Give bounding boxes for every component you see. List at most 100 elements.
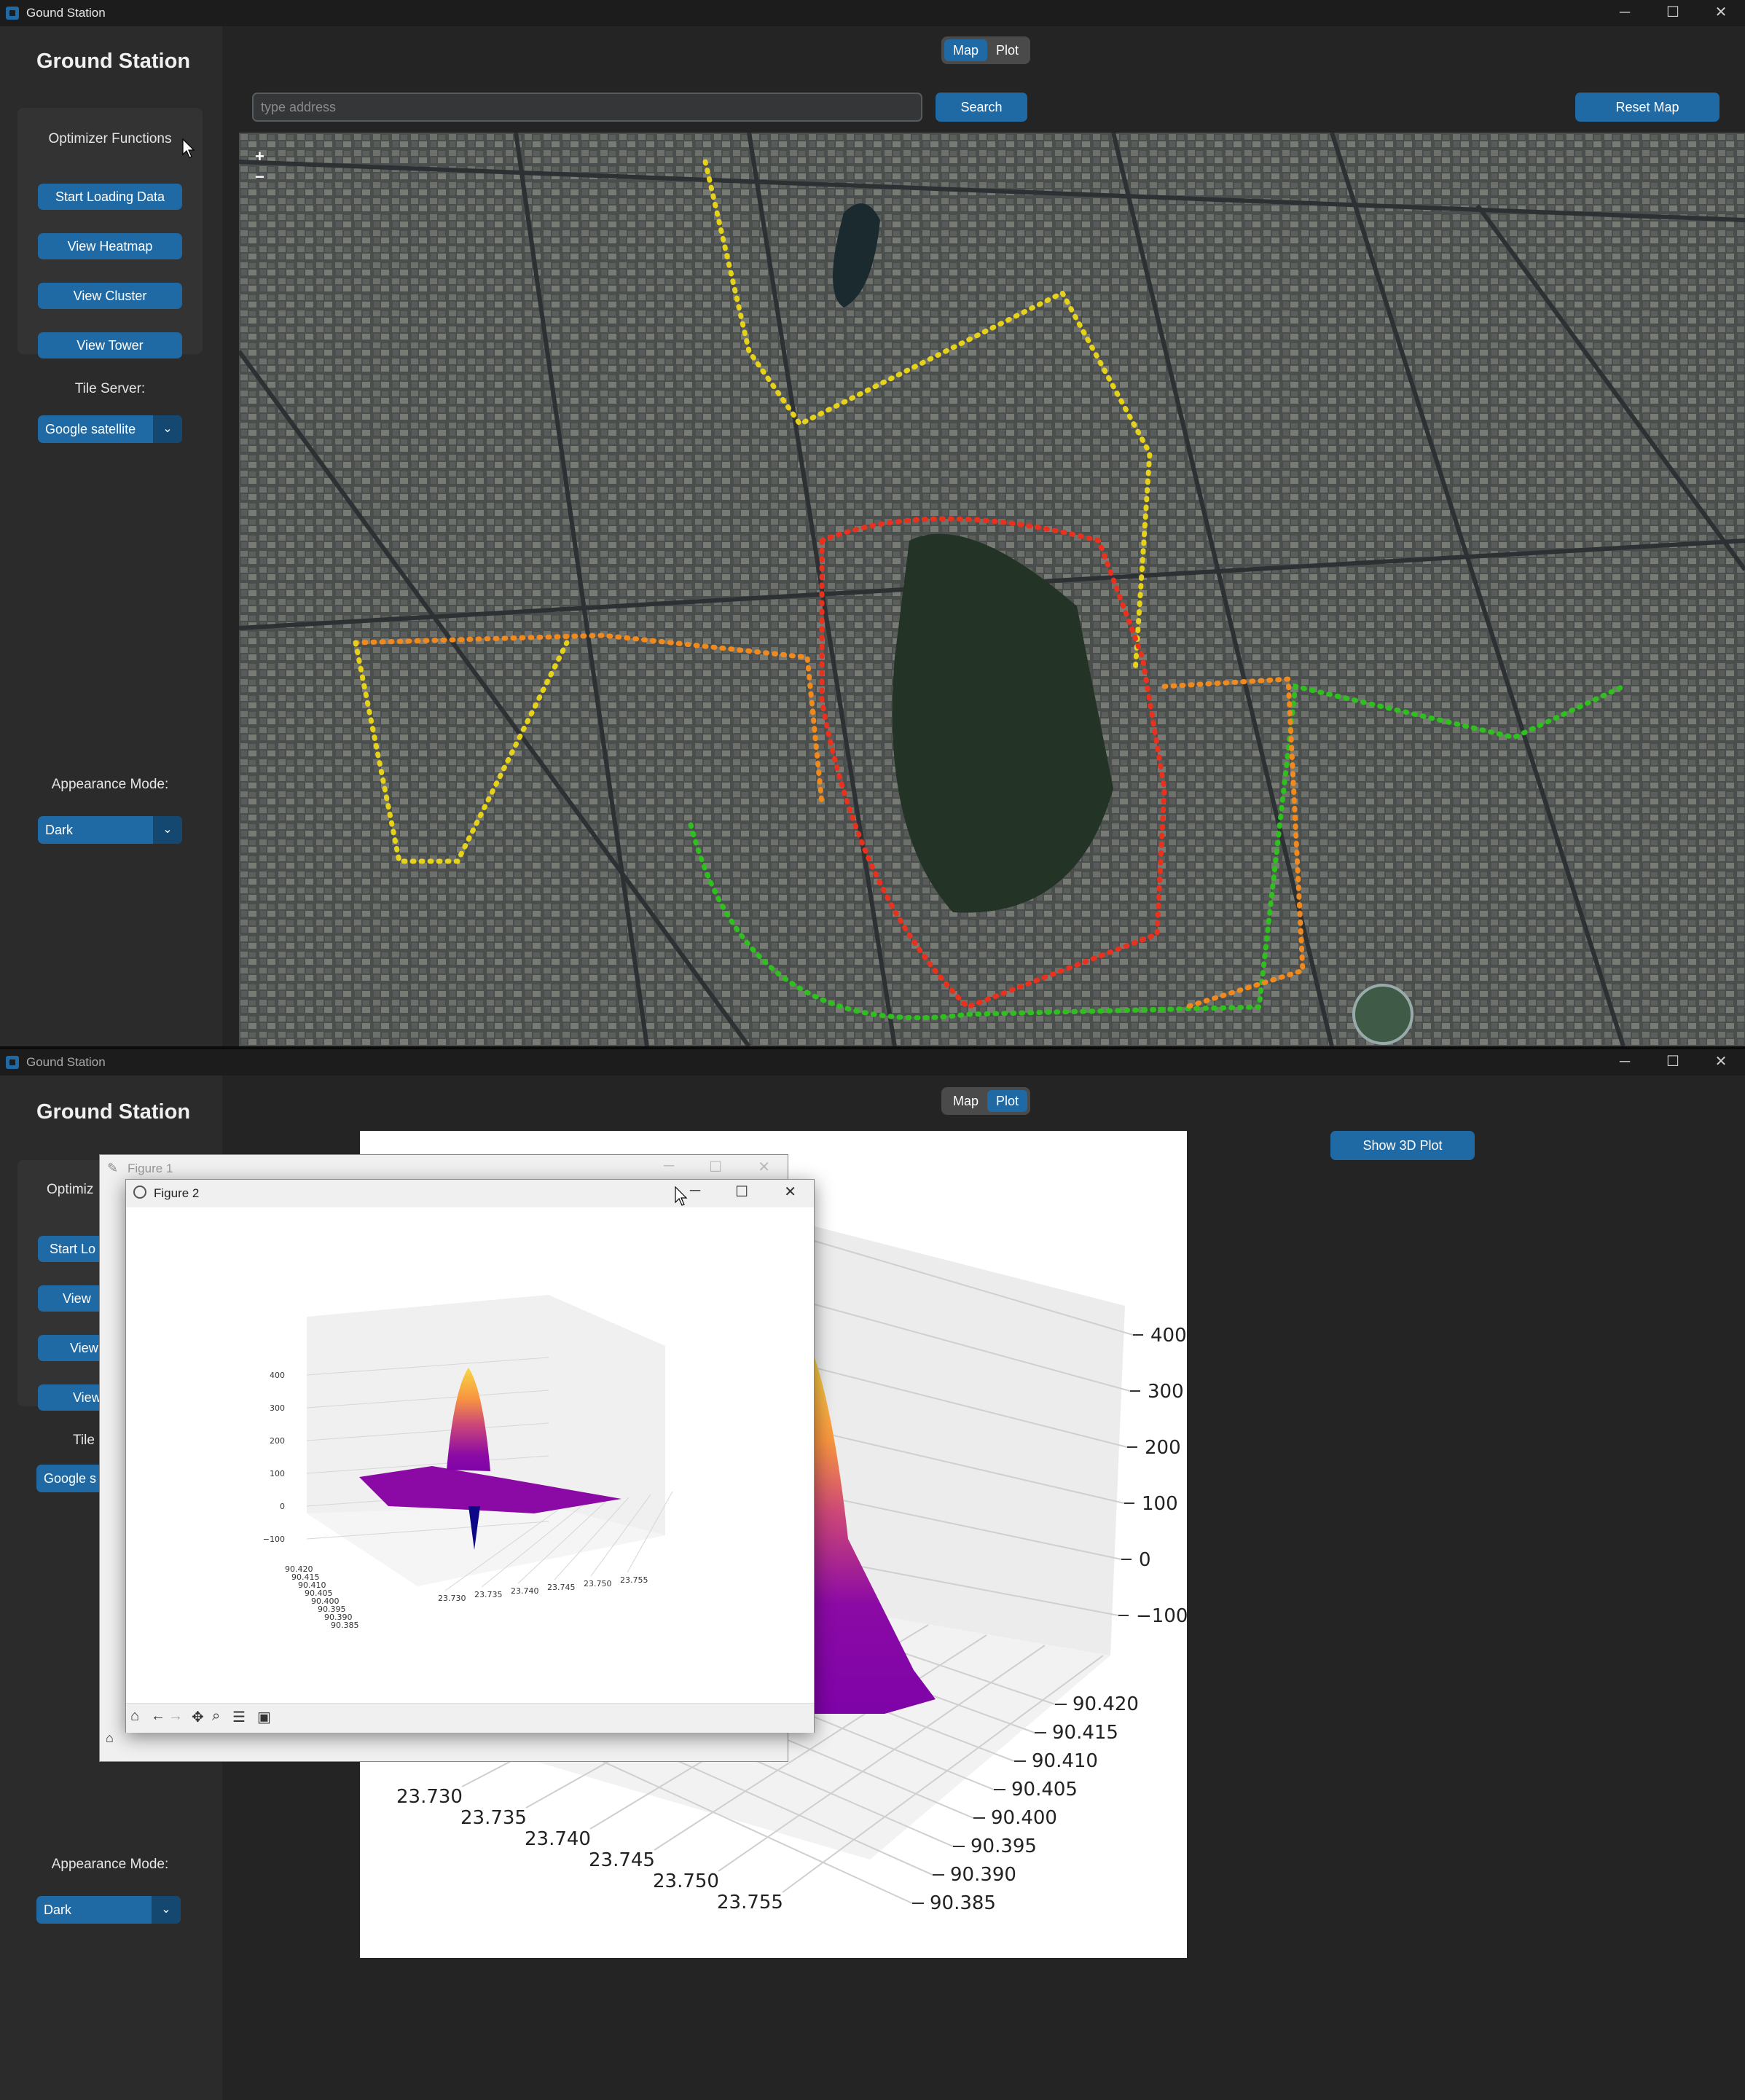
zoom-out-button[interactable]: − (255, 168, 264, 187)
figure-2-title: Figure 2 (154, 1186, 200, 1200)
minimize-icon[interactable]: ─ (1601, 0, 1649, 26)
z-tick-label: −100 (263, 1535, 285, 1544)
matplotlib-icon (133, 1186, 146, 1199)
tab-plot[interactable]: Plot (987, 39, 1027, 61)
x-tick-label: 23.730 (396, 1786, 463, 1808)
y-tick-label: 90.390 (950, 1864, 1016, 1886)
tab-map[interactable]: Map (944, 39, 988, 61)
app-title: Ground Station (36, 50, 191, 73)
matplotlib-icon: ✎ (107, 1161, 119, 1175)
x-tick-label: 23.755 (620, 1575, 648, 1585)
tile-server-select[interactable]: Google satellite ⌄ (38, 415, 182, 443)
z-tick-label: 100 (1142, 1493, 1178, 1515)
show-3d-plot-button[interactable]: Show 3D Plot (1330, 1131, 1475, 1160)
pan-icon[interactable]: ✥ (192, 1708, 204, 1726)
x-tick-label: 23.730 (438, 1594, 466, 1603)
view-cluster-button[interactable]: View Cluster (38, 283, 182, 309)
maximize-icon[interactable]: ☐ (735, 1183, 748, 1201)
map-canvas (239, 133, 1745, 1046)
minimize-icon[interactable]: ─ (664, 1158, 674, 1175)
home-icon[interactable]: ⌂ (106, 1731, 114, 1746)
start-loading-data-button[interactable]: Start Loading Data (38, 184, 182, 210)
reset-map-button[interactable]: Reset Map (1575, 93, 1719, 122)
x-tick-label: 23.750 (653, 1870, 719, 1892)
chevron-down-icon[interactable]: ⌄ (152, 1896, 181, 1924)
tab-map[interactable]: Map (944, 1090, 987, 1112)
x-tick-label: 23.745 (589, 1849, 655, 1871)
window-titlebar[interactable]: Gound Station ─ ☐ ✕ (0, 0, 1745, 26)
view-heatmap-button[interactable]: View Heatmap (38, 233, 182, 259)
stadium (1352, 984, 1413, 1045)
y-tick-label: 90.420 (1073, 1693, 1139, 1715)
figure-2-canvas[interactable]: 400 300 200 100 0 −100 90.420 90.415 90.410 90.40… (126, 1207, 814, 1703)
x-tick-label: 23.735 (460, 1807, 527, 1829)
satellite-map[interactable]: + − (239, 133, 1745, 1046)
plot-window: Gound Station ─ ☐ ✕ Ground Station Optim… (0, 1049, 1745, 2100)
tile-server-value: Google satellite (45, 422, 136, 436)
y-tick-label: 90.385 (930, 1892, 996, 1914)
map-window: Gound Station ─ ☐ ✕ Ground Station Optim… (0, 0, 1745, 1046)
tile-server-label: Tile Server: (74, 381, 146, 396)
app-icon (6, 1056, 19, 1069)
appearance-mode-select[interactable]: Dark ⌄ (36, 1896, 181, 1924)
chevron-down-icon[interactable]: ⌄ (153, 415, 182, 443)
window-title: Gound Station (26, 6, 106, 20)
x-tick-label: 23.735 (474, 1590, 503, 1599)
optimizer-label: Optimizer Functions (48, 131, 172, 146)
optimizer-frame: Optimizer Functions Start Loading Data V… (17, 108, 203, 359)
back-icon[interactable]: ← (151, 1708, 165, 1725)
z-tick-label: 400 (1150, 1325, 1187, 1347)
figure-2-window[interactable]: Figure 2 ─ ☐ ✕ 400 300 200 100 0 −100 90… (125, 1179, 815, 1733)
z-tick-label: 100 (270, 1469, 285, 1478)
small-surface-plot: 4003002001000−10090.42090.41590.41090.40… (263, 1295, 673, 1630)
appearance-mode-label: Appearance Mode: (51, 1857, 169, 1872)
close-icon[interactable]: ✕ (1697, 1049, 1745, 1076)
appearance-mode-label: Appearance Mode: (51, 777, 169, 792)
close-icon[interactable]: ✕ (1697, 0, 1745, 26)
y-tick-label: 90.395 (970, 1835, 1037, 1857)
configure-icon[interactable]: ☰ (232, 1708, 246, 1726)
z-tick-label: 300 (1148, 1381, 1184, 1403)
y-tick-label: 90.410 (1032, 1750, 1098, 1772)
minimize-icon[interactable]: ─ (1601, 1049, 1649, 1076)
x-tick-label: 23.745 (547, 1583, 576, 1592)
maximize-icon[interactable]: ☐ (1649, 1049, 1697, 1076)
app-icon (6, 7, 19, 20)
window-titlebar[interactable]: Gound Station ─ ☐ ✕ (0, 1049, 1745, 1076)
chevron-down-icon[interactable]: ⌄ (153, 816, 182, 844)
z-tick-label: 200 (1145, 1437, 1181, 1459)
zoom-icon[interactable]: ⌕ (212, 1708, 220, 1725)
view-tower-button[interactable]: View Tower (38, 332, 182, 359)
close-icon[interactable]: ✕ (784, 1183, 796, 1201)
y-tick-label: 90.385 (331, 1621, 359, 1630)
home-icon[interactable]: ⌂ (130, 1708, 139, 1725)
minimize-icon[interactable]: ─ (690, 1183, 700, 1199)
tile-server-label: Tile (73, 1433, 95, 1448)
maximize-icon[interactable]: ☐ (1649, 0, 1697, 26)
maximize-icon[interactable]: ☐ (709, 1158, 722, 1176)
address-search-input[interactable]: type address (252, 93, 922, 122)
search-button[interactable]: Search (936, 93, 1027, 122)
window-title: Gound Station (26, 1055, 106, 1069)
zoom-in-button[interactable]: + (255, 147, 264, 166)
y-tick-label: 90.415 (1052, 1722, 1118, 1744)
tab-switch: Map Plot (941, 36, 1031, 64)
close-icon[interactable]: ✕ (758, 1158, 770, 1176)
appearance-mode-value: Dark (44, 1903, 72, 1917)
x-tick-label: 23.750 (584, 1579, 612, 1588)
tab-plot[interactable]: Plot (987, 1090, 1028, 1112)
figure-2-titlebar[interactable]: Figure 2 ─ ☐ ✕ (126, 1180, 814, 1207)
x-tick-label: 23.755 (717, 1892, 783, 1913)
z-tick-label: 200 (270, 1436, 285, 1446)
save-icon[interactable]: ▣ (257, 1708, 271, 1726)
sidebar: Ground Station Optimizer Functions Start… (0, 26, 222, 1046)
tile-server-value: Google s (44, 1471, 97, 1486)
z-tick-label: 0 (1139, 1549, 1151, 1571)
forward-icon[interactable]: → (168, 1708, 183, 1725)
y-tick-label: 90.400 (991, 1807, 1057, 1829)
z-tick-label: 400 (270, 1371, 285, 1380)
tab-switch: Map Plot (941, 1087, 1031, 1115)
appearance-mode-value: Dark (45, 823, 74, 837)
x-tick-label: 23.740 (525, 1828, 591, 1850)
appearance-mode-select[interactable]: Dark ⌄ (38, 816, 182, 844)
